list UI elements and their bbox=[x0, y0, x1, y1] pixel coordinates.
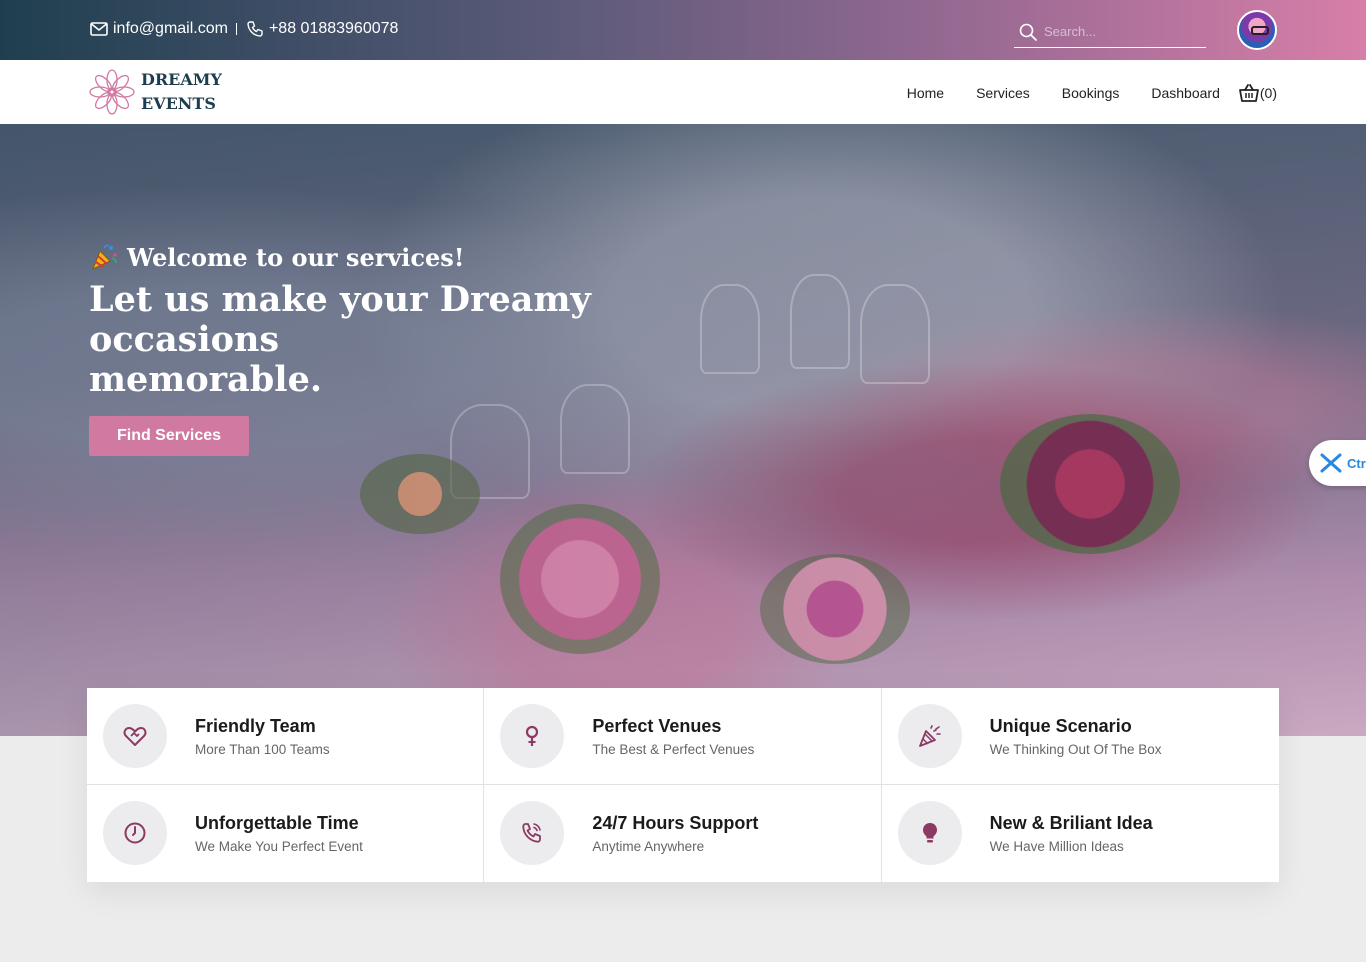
feature-title: New & Briliant Idea bbox=[989, 813, 1153, 833]
nav-menu: Home Services Bookings Dashboard (0) bbox=[875, 82, 1277, 104]
nav-services[interactable]: Services bbox=[976, 85, 1030, 101]
party-popper-icon bbox=[89, 242, 119, 272]
feature-subtitle: We Have Million Ideas bbox=[989, 839, 1124, 854]
headline-line-1: Let us make your Dreamy bbox=[89, 279, 591, 320]
mail-icon bbox=[89, 19, 109, 39]
feature-subtitle: More Than 100 Teams bbox=[195, 742, 330, 757]
party-popper-icon bbox=[918, 725, 941, 747]
nav-bookings[interactable]: Bookings bbox=[1062, 85, 1120, 101]
hero-headline: Let us make your Dreamy occasions memora… bbox=[89, 280, 609, 400]
feature-subtitle: The Best & Perfect Venues bbox=[592, 742, 755, 757]
phone-icon bbox=[245, 19, 265, 39]
welcome-text: Welcome to our services! bbox=[127, 242, 465, 272]
feature-title: 24/7 Hours Support bbox=[592, 813, 759, 833]
contact-info: info@gmail.com +88 01883960078 bbox=[89, 19, 398, 39]
hero-banner: Welcome to our services! Let us make you… bbox=[0, 124, 1366, 736]
lotus-logo-icon bbox=[89, 69, 135, 115]
basket-icon bbox=[1238, 82, 1260, 104]
welcome-heading: Welcome to our services! bbox=[89, 242, 464, 272]
user-avatar[interactable] bbox=[1237, 10, 1277, 50]
brand-line-2: EVENTS bbox=[141, 94, 216, 113]
headline-line-2: occasions bbox=[89, 319, 280, 360]
feature-card: Unforgettable Time We Make You Perfect E… bbox=[87, 785, 485, 882]
heart-handshake-icon bbox=[123, 727, 147, 746]
main-navbar: DREAMY EVENTS Home Services Bookings Das… bbox=[0, 60, 1366, 124]
feature-card: New & Briliant Idea We Have Million Idea… bbox=[882, 785, 1279, 882]
divider bbox=[235, 23, 237, 35]
feature-icon-circle bbox=[897, 704, 962, 768]
feature-card: Friendly Team More Than 100 Teams bbox=[87, 688, 485, 785]
feature-card: 24/7 Hours Support Anytime Anywhere bbox=[484, 785, 882, 882]
cart-count: (0) bbox=[1259, 85, 1277, 101]
nav-home[interactable]: Home bbox=[907, 85, 944, 101]
feature-card: Unique Scenario We Thinking Out Of The B… bbox=[881, 688, 1279, 785]
top-bar: info@gmail.com +88 01883960078 bbox=[0, 0, 1366, 60]
brand-line-1: DREAMY bbox=[141, 70, 222, 89]
feature-subtitle: Anytime Anywhere bbox=[592, 839, 705, 854]
feature-card: Perfect Venues The Best & Perfect Venues bbox=[484, 688, 882, 785]
brand-name: DREAMY EVENTS bbox=[141, 68, 222, 116]
feature-title: Perfect Venues bbox=[592, 716, 722, 736]
search-icon[interactable] bbox=[1018, 22, 1038, 42]
location-pin-icon bbox=[526, 725, 539, 746]
feature-title: Friendly Team bbox=[195, 716, 316, 736]
feature-title: Unique Scenario bbox=[989, 716, 1132, 736]
feature-title: Unforgettable Time bbox=[195, 813, 359, 833]
lightbulb-icon bbox=[922, 823, 937, 843]
cart-button[interactable]: (0) bbox=[1238, 82, 1277, 104]
feature-icon-circle bbox=[500, 704, 565, 768]
floating-extension-pill[interactable]: Ctr bbox=[1309, 440, 1366, 486]
nav-dashboard[interactable]: Dashboard bbox=[1151, 85, 1220, 101]
phone-call-icon bbox=[522, 823, 542, 843]
phone-link[interactable]: +88 01883960078 bbox=[269, 20, 398, 38]
feature-icon-circle bbox=[103, 704, 167, 768]
feature-icon-circle bbox=[500, 801, 565, 865]
scissors-icon bbox=[1319, 451, 1343, 475]
side-pill-label: Ctr bbox=[1347, 455, 1366, 471]
feature-subtitle: We Thinking Out Of The Box bbox=[989, 742, 1162, 757]
find-services-button[interactable]: Find Services bbox=[89, 416, 249, 456]
feature-icon-circle bbox=[897, 801, 962, 865]
feature-subtitle: We Make You Perfect Event bbox=[195, 839, 363, 854]
headline-line-3: memorable. bbox=[89, 359, 323, 400]
email-link[interactable]: info@gmail.com bbox=[113, 20, 228, 38]
search-input[interactable] bbox=[1044, 24, 1194, 39]
search-box bbox=[1014, 16, 1206, 48]
brand-logo[interactable]: DREAMY EVENTS bbox=[89, 68, 222, 116]
features-grid: Friendly Team More Than 100 Teams Perfec… bbox=[87, 688, 1279, 882]
clock-icon bbox=[124, 822, 146, 844]
feature-icon-circle bbox=[103, 801, 167, 865]
